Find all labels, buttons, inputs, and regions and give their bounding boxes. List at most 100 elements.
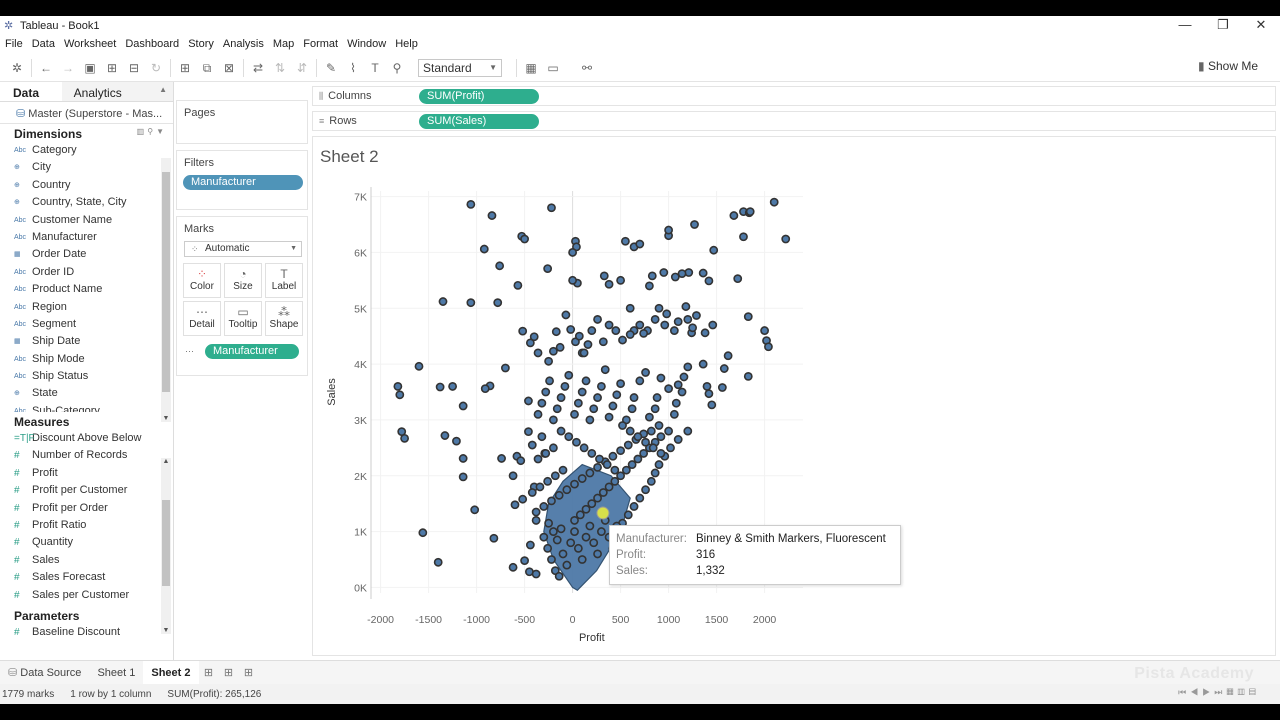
menu-story[interactable]: Story [183, 38, 218, 50]
menu-format[interactable]: Format [298, 38, 342, 50]
scatter-point [541, 387, 551, 397]
dimensions-tools-icon[interactable]: ▥⚲▼ [137, 127, 167, 136]
pin-axes-icon[interactable]: ⚲ [386, 57, 408, 79]
navigation-icons[interactable]: ⏮◀▶⏭▦▥▤ [1178, 687, 1260, 698]
rows-shelf[interactable]: ≡ Rows SUM(Sales) [312, 111, 1276, 131]
field-item[interactable]: # Profit [0, 465, 173, 482]
duplicate-sheet-icon[interactable]: ⧉ [196, 57, 218, 79]
show-labels-icon[interactable]: T [364, 57, 386, 79]
minimize-button[interactable]: — [1166, 16, 1204, 36]
tab-data[interactable]: Data [0, 82, 62, 101]
columns-shelf[interactable]: ⫼ Columns SUM(Profit) [312, 86, 1276, 106]
group-icon[interactable]: ⌇ [342, 57, 364, 79]
size-button[interactable]: ◔ Size [224, 263, 262, 298]
new-worksheet-icon[interactable]: ⊞ [174, 57, 196, 79]
rows-pill-sum-sales[interactable]: SUM(Sales) [419, 114, 539, 129]
field-item[interactable]: =T|F Discount Above Below [0, 430, 173, 447]
field-item[interactable]: Abc Manufacturer [0, 229, 173, 246]
field-item[interactable]: # Sales Forecast [0, 569, 173, 586]
field-item[interactable]: Abc Ship Mode [0, 351, 173, 368]
filters-shelf[interactable]: Filters Manufacturer [176, 150, 308, 210]
swap-axes-icon[interactable]: ⇄ [247, 57, 269, 79]
new-story-tab-icon[interactable]: ⊞ [239, 666, 259, 679]
field-item[interactable]: Abc Category [0, 142, 173, 159]
field-item[interactable]: Abc Region [0, 299, 173, 316]
tab-analytics[interactable]: Analytics ▲ [61, 82, 173, 101]
redo-icon[interactable]: → [57, 57, 79, 79]
detail-button[interactable]: ⋯ Detail [183, 301, 221, 336]
field-item[interactable]: # Profit per Customer [0, 482, 173, 499]
show-cards-icon[interactable]: ▦ [520, 57, 542, 79]
save-icon[interactable]: ▣ [79, 57, 101, 79]
scrollbar-thumb[interactable] [162, 172, 170, 392]
pages-shelf[interactable]: Pages [176, 100, 308, 144]
tab-sheet-2[interactable]: Sheet 2 [143, 660, 199, 685]
scatter-point [520, 556, 529, 566]
clear-sheet-icon[interactable]: ⊠ [218, 57, 240, 79]
field-item[interactable]: Abc Ship Status [0, 368, 173, 385]
menu-help[interactable]: Help [390, 38, 422, 50]
datasource-item[interactable]: ⛁ Master (Superstore - Mas... [0, 102, 173, 124]
sort-descending-icon[interactable]: ⇵ [291, 57, 313, 79]
field-item[interactable]: Abc Segment [0, 316, 173, 333]
pause-updates-icon[interactable]: ⊟ [123, 57, 145, 79]
scatter-point [683, 426, 693, 436]
presentation-mode-icon[interactable]: ▭ [542, 57, 564, 79]
scroll-up-icon[interactable]: ▲ [161, 458, 171, 465]
restore-button[interactable]: ❐ [1204, 16, 1242, 36]
share-icon[interactable]: ⚯ [576, 57, 598, 79]
tab-sheet-1[interactable]: Sheet 1 [89, 661, 143, 685]
tooltip-button[interactable]: ▭ Tooltip [224, 301, 262, 336]
menu-analysis[interactable]: Analysis [218, 38, 268, 50]
refresh-icon[interactable]: ↻ [145, 57, 167, 79]
menu-map[interactable]: Map [268, 38, 298, 50]
field-item[interactable]: Abc Customer Name [0, 212, 173, 229]
mark-type-select[interactable]: ⁘ Automatic ▼ [184, 241, 302, 257]
field-item[interactable]: ⊕ Country, State, City [0, 194, 173, 211]
field-item[interactable]: ▦ Order Date [0, 246, 173, 263]
color-button[interactable]: ⁘ Color [183, 263, 221, 298]
filter-pill-manufacturer[interactable]: Manufacturer [183, 175, 303, 190]
field-item[interactable]: # Baseline Discount [0, 624, 173, 641]
field-item[interactable]: # Sales [0, 552, 173, 569]
dimensions-scrollbar[interactable]: ▼ [161, 158, 171, 422]
shape-button[interactable]: ⁂ Shape [265, 301, 303, 336]
menu-worksheet[interactable]: Worksheet [59, 38, 120, 50]
fit-select-value: Standard [423, 60, 472, 75]
show-me-button[interactable]: ▮ Show Me [1198, 59, 1258, 73]
scatter-point [438, 297, 448, 306]
field-item[interactable]: # Profit per Order [0, 500, 173, 517]
field-item[interactable]: # Number of Records [0, 447, 173, 464]
tableau-home-icon[interactable]: ✲ [6, 57, 28, 79]
field-item[interactable]: ⊕ Country [0, 177, 173, 194]
new-datasource-icon[interactable]: ⊞ [101, 57, 123, 79]
scatter-point [531, 569, 541, 579]
y-tick-label: 7K [354, 192, 367, 204]
field-item[interactable]: Abc Product Name [0, 281, 173, 298]
label-button[interactable]: T Label [265, 263, 303, 298]
field-item[interactable]: ⊕ City [0, 159, 173, 176]
detail-pill-manufacturer[interactable]: Manufacturer [205, 344, 299, 359]
field-item[interactable]: ▦ Ship Date [0, 333, 173, 350]
tab-data-source[interactable]: ⛁ Data Source [0, 661, 89, 685]
scrollbar-thumb[interactable] [162, 500, 170, 586]
highlight-icon[interactable]: ✎ [320, 57, 342, 79]
new-worksheet-tab-icon[interactable]: ⊞ [199, 666, 219, 679]
sort-ascending-icon[interactable]: ⇅ [269, 57, 291, 79]
menu-dashboard[interactable]: Dashboard [120, 38, 183, 50]
field-item[interactable]: # Profit Ratio [0, 517, 173, 534]
columns-pill-sum-profit[interactable]: SUM(Profit) [419, 89, 539, 104]
menu-data[interactable]: Data [27, 38, 59, 50]
field-item[interactable]: # Quantity [0, 534, 173, 551]
undo-icon[interactable]: ← [35, 57, 57, 79]
dimensions-list: Abc Category ⊕ City ⊕ Country ⊕ Country, State,… [0, 142, 173, 412]
field-item[interactable]: # Sales per Customer [0, 587, 173, 604]
menu-window[interactable]: Window [342, 38, 390, 50]
close-button[interactable]: ✕ [1242, 16, 1280, 36]
new-dashboard-tab-icon[interactable]: ⊞ [219, 666, 239, 679]
menu-file[interactable]: File [0, 38, 27, 50]
field-item[interactable]: Abc Sub-Category [0, 403, 173, 412]
field-item[interactable]: Abc Order ID [0, 264, 173, 281]
field-item[interactable]: ⊕ State [0, 385, 173, 402]
fit-select[interactable]: Standard ▼ [418, 58, 502, 77]
